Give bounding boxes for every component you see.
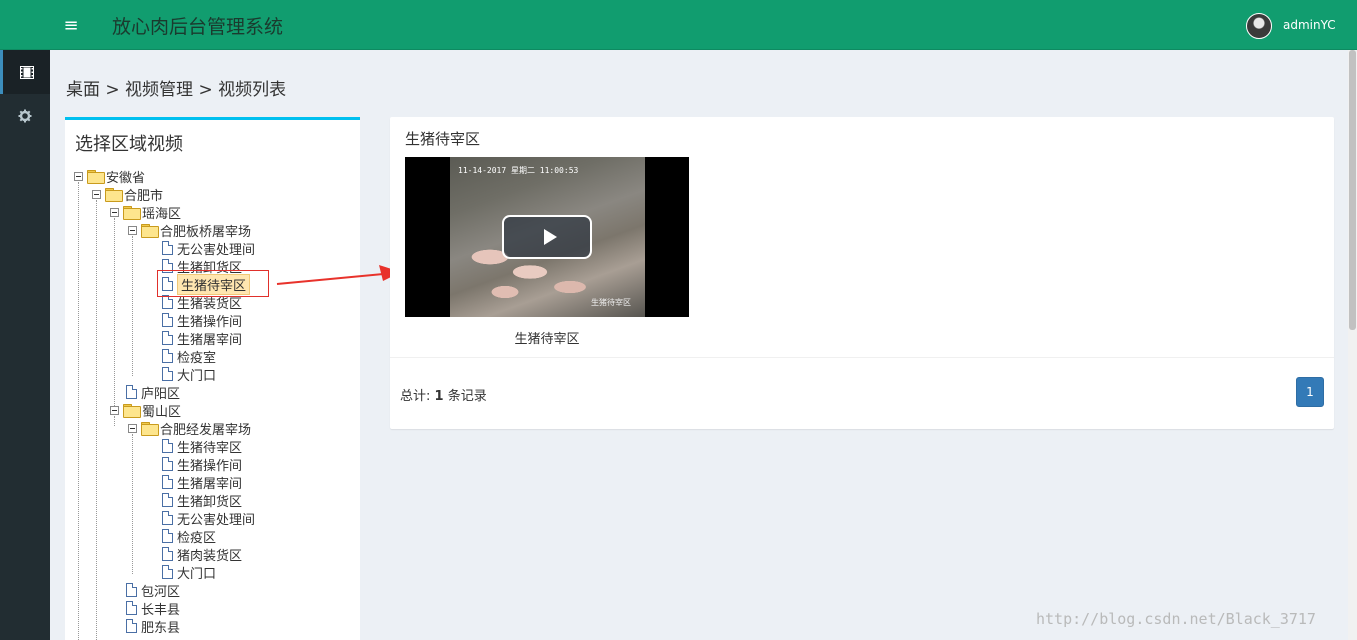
tree-node-area[interactable]: 生猪操作间 [162,455,242,474]
file-icon [126,385,137,399]
tree-node-area[interactable]: 生猪卸货区 [162,491,242,510]
scrollbar-thumb[interactable] [1349,50,1356,330]
sidebar [0,50,50,640]
file-icon [162,313,173,327]
tree-node-area[interactable]: 检疫室 [162,347,216,366]
tree-panel-title: 选择区域视频 [75,134,183,155]
tree-node-district[interactable]: 庐阳区 [126,383,180,402]
app-title: 放心肉后台管理系统 [112,16,284,38]
file-icon [162,331,173,345]
gear-icon [18,109,32,123]
video-overlay-label: 生猪待宰区 [591,298,631,307]
folder-open-icon [87,170,105,184]
video-timestamp: 11-14-2017 星期二 11:00:53 [458,166,579,175]
film-icon [19,65,34,79]
page-scrollbar[interactable] [1348,50,1357,640]
tree-connector [96,200,97,640]
tree-node-district[interactable]: 蜀山区 [110,401,181,420]
collapse-icon[interactable] [128,423,137,433]
file-icon [162,241,173,255]
file-icon [162,349,173,363]
tree-connector [78,182,79,640]
folder-open-icon [105,188,123,202]
tree-node-area[interactable]: 生猪装货区 [162,293,242,312]
file-icon [162,439,173,453]
tree-node-area[interactable]: 无公害处理间 [162,239,255,258]
folder-open-icon [123,404,141,418]
tree-node-area[interactable]: 大门口 [162,563,216,582]
file-icon [162,475,173,489]
video-caption: 生猪待宰区 [514,332,580,347]
tree-node-district[interactable]: 瑶海区 [110,203,181,222]
divider [390,357,1334,358]
collapse-icon[interactable] [110,207,119,217]
file-icon [126,583,137,597]
collapse-icon[interactable] [92,189,101,199]
file-icon [162,565,173,579]
video-player[interactable]: 11-14-2017 星期二 11:00:53 生猪待宰区 [405,157,689,317]
region-tree-panel: 选择区域视频 安徽省 合肥市 瑶海区 合肥板桥屠宰场 无公害处理间 生猪卸货区 … [65,117,360,640]
tree-node-area[interactable]: 生猪卸货区 [162,257,242,276]
folder-open-icon [141,422,159,436]
file-icon [162,259,173,273]
file-icon [162,511,173,525]
tree-node-slaughterhouse[interactable]: 合肥板桥屠宰场 [128,221,251,240]
tree-node-area[interactable]: 生猪操作间 [162,311,242,330]
tree-connector [114,218,115,408]
sidebar-item-video[interactable] [0,50,50,94]
tree-connector [132,236,133,376]
total-label: 总计: [400,389,431,404]
collapse-icon[interactable] [74,171,83,181]
tree-node-province[interactable]: 安徽省 [74,167,145,186]
tree-node-county[interactable]: 长丰县 [126,599,180,618]
file-icon [162,529,173,543]
file-icon [162,295,173,309]
sidebar-item-settings[interactable] [0,94,50,138]
file-icon [162,277,173,291]
collapse-icon[interactable] [110,405,119,415]
tree-node-area[interactable]: 生猪待宰区 [162,437,242,456]
breadcrumb: 桌面 > 视频管理 > 视频列表 [66,80,287,100]
tree-node-county[interactable]: 肥东县 [126,617,180,636]
total-suffix: 条记录 [447,389,487,404]
tree-node-area[interactable]: 无公害处理间 [162,509,255,528]
tree-node-area[interactable]: 大门口 [162,365,216,384]
play-button[interactable] [502,215,592,259]
record-total: 总计: 1 条记录 [400,385,487,404]
area-title: 生猪待宰区 [405,130,481,148]
pagination-page-1[interactable]: 1 [1296,377,1324,407]
top-navbar: ≡ 放心肉后台管理系统 adminYC [0,0,1357,50]
tree-node-area[interactable]: 生猪屠宰间 [162,329,242,348]
username[interactable]: adminYC [1283,18,1336,32]
hamburger-icon: ≡ [63,15,79,36]
video-list-panel: 生猪待宰区 11-14-2017 星期二 11:00:53 生猪待宰区 生猪待宰… [390,117,1334,429]
watermark: http://blog.csdn.net/Black_3717 [1036,610,1316,628]
file-icon [162,457,173,471]
file-icon [126,619,137,633]
menu-toggle-button[interactable]: ≡ [58,15,84,37]
user-avatar[interactable] [1246,13,1272,39]
total-count: 1 [434,389,444,404]
tree-node-slaughterhouse[interactable]: 合肥经发屠宰场 [128,419,251,438]
file-icon [162,493,173,507]
tree-node-district[interactable]: 包河区 [126,581,180,600]
tree-node-area[interactable]: 生猪屠宰间 [162,473,242,492]
folder-open-icon [141,224,159,238]
collapse-icon[interactable] [128,225,137,235]
tree-connector [132,434,133,574]
tree-node-area[interactable]: 猪肉装货区 [162,545,242,564]
file-icon [126,601,137,615]
folder-open-icon [123,206,141,220]
tree-node-city[interactable]: 合肥市 [92,185,163,204]
tree-node-area-selected[interactable]: 生猪待宰区 [162,273,251,295]
file-icon [162,547,173,561]
file-icon [162,367,173,381]
tree-node-area[interactable]: 检疫区 [162,527,216,546]
